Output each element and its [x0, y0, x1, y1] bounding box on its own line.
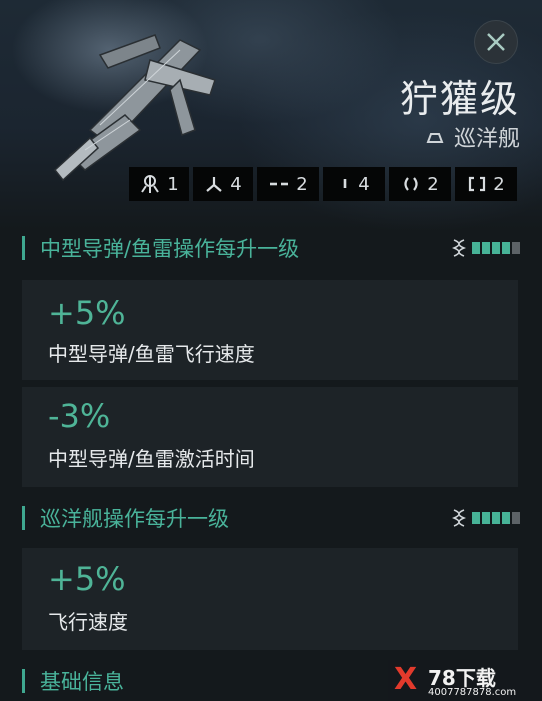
slot-high-count: 1: [167, 173, 179, 195]
dna-skill-icon: [452, 509, 466, 527]
section-header-cruiser[interactable]: 巡洋舰操作每升一级: [22, 503, 522, 533]
section-header-medium-missile[interactable]: 中型导弹/鱼雷操作每升一级: [22, 233, 522, 263]
skill-pip-filled: [482, 512, 490, 524]
slot-high: 1: [129, 167, 189, 201]
cruiser-class-icon: [426, 133, 444, 143]
ship-render-image: [53, 34, 216, 182]
ship-class: 巡洋舰: [426, 122, 520, 152]
section-title: 巡洋舰操作每升一级: [40, 507, 229, 531]
turret-icon: [206, 177, 222, 192]
bonus-card: +5% 中型导弹/鱼雷飞行速度: [22, 280, 518, 380]
slot-summary: 1 4 2 4 2 2: [129, 167, 521, 201]
bonus-description: 中型导弹/鱼雷激活时间: [48, 447, 255, 471]
section-title: 中型导弹/鱼雷操作每升一级: [40, 237, 300, 261]
skill-pip-filled: [472, 242, 480, 254]
slot-turret-count: 4: [230, 173, 242, 195]
bonus-description: 飞行速度: [48, 610, 128, 634]
slot-low-count: 4: [358, 173, 370, 195]
section-accent-bar: [22, 236, 25, 260]
skill-pip-empty: [512, 512, 520, 524]
section-accent-bar: [22, 669, 25, 693]
dna-skill-icon: [452, 239, 466, 257]
slot-mid-count: 2: [296, 173, 308, 195]
high-slot-icon: [141, 175, 160, 193]
site-watermark: X 78下载 4007787878.com: [388, 660, 542, 701]
skill-level-meter: [452, 239, 522, 257]
close-icon: [487, 33, 505, 51]
slot-low: 4: [323, 167, 385, 201]
slot-rig-count: 2: [493, 173, 505, 195]
skill-level-meter: [452, 509, 522, 527]
skill-pip-filled: [472, 512, 480, 524]
slot-launcher: 2: [389, 167, 451, 201]
skill-pip-filled: [482, 242, 490, 254]
skill-pip-filled: [492, 242, 500, 254]
bonus-value: +5%: [48, 294, 126, 332]
bonus-description: 中型导弹/鱼雷飞行速度: [48, 342, 255, 366]
ship-hero: 狞獾级 巡洋舰 1 4 2 4 2 2: [0, 0, 542, 230]
skill-pip-filled: [502, 512, 510, 524]
bonus-card: +5% 飞行速度: [22, 548, 518, 650]
slot-launcher-count: 2: [427, 173, 439, 195]
close-button[interactable]: [474, 20, 518, 64]
slot-turret: 4: [193, 167, 253, 201]
watermark-url: 4007787878.com: [428, 687, 517, 698]
bonus-value: +5%: [48, 560, 126, 598]
slot-mid: 2: [257, 167, 319, 201]
rig-slot-icon: [469, 176, 486, 192]
ship-class-label: 巡洋舰: [453, 127, 520, 152]
skill-pip-filled: [502, 242, 510, 254]
bonus-card: -3% 中型导弹/鱼雷激活时间: [22, 387, 518, 487]
skill-pip-filled: [492, 512, 500, 524]
low-slot-icon: [343, 179, 347, 188]
launcher-icon: [404, 177, 418, 191]
mid-slot-icon: [270, 182, 289, 186]
skill-pip-empty: [512, 242, 520, 254]
ship-name: 狞獾级: [399, 77, 520, 121]
section-accent-bar: [22, 506, 25, 530]
watermark-logo: X: [394, 662, 418, 697]
bonus-value: -3%: [48, 397, 111, 435]
slot-rig: 2: [455, 167, 517, 201]
